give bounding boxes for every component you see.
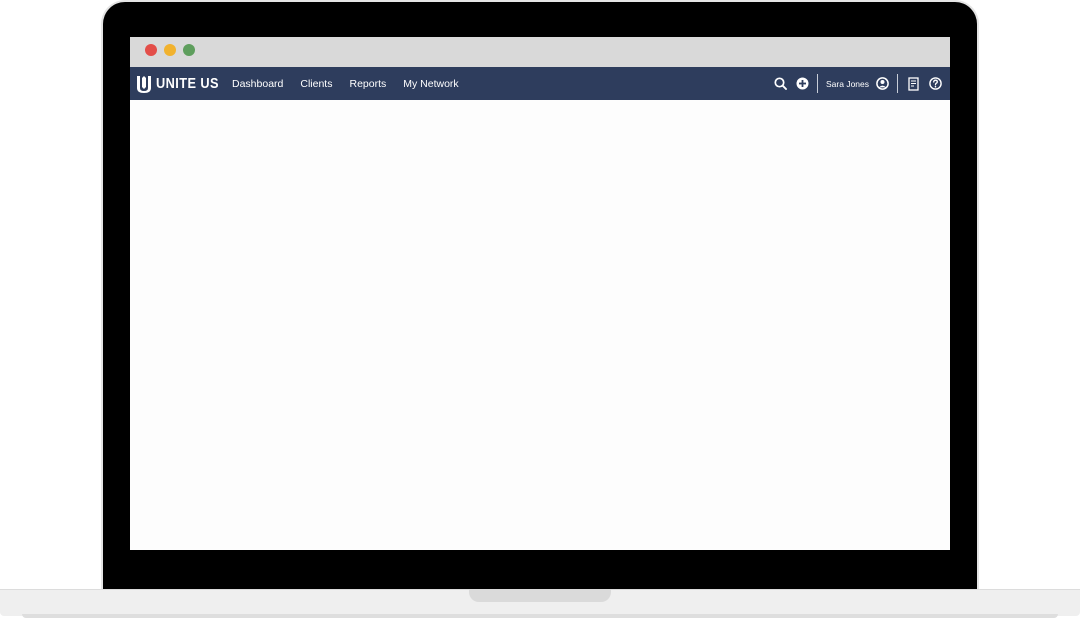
- main-content: [130, 100, 950, 550]
- primary-nav: Dashboard Clients Reports My Network: [232, 67, 476, 100]
- unite-us-logo-icon: [137, 75, 151, 93]
- add-circle-icon[interactable]: [795, 77, 809, 91]
- user-name[interactable]: Sara Jones: [826, 79, 869, 89]
- nav-divider: [817, 74, 818, 93]
- document-icon[interactable]: [906, 76, 920, 91]
- nav-divider: [897, 74, 898, 93]
- nav-actions: Sara Jones: [773, 67, 942, 100]
- help-circle-icon[interactable]: [928, 77, 942, 91]
- window-titlebar: [130, 37, 950, 67]
- nav-item-reports[interactable]: Reports: [349, 78, 386, 90]
- window-minimize-button[interactable]: [164, 44, 176, 56]
- browser-window: UNITE US Dashboard Clients Reports My Ne…: [130, 37, 950, 550]
- laptop-notch: [469, 589, 611, 602]
- nav-item-dashboard[interactable]: Dashboard: [232, 78, 283, 90]
- laptop-base-shadow: [22, 614, 1058, 618]
- window-maximize-button[interactable]: [183, 44, 195, 56]
- search-icon[interactable]: [773, 77, 787, 91]
- brand-logo[interactable]: UNITE US: [136, 73, 230, 94]
- nav-item-my-network[interactable]: My Network: [403, 78, 458, 90]
- nav-item-clients[interactable]: Clients: [300, 78, 332, 90]
- app-navbar: UNITE US Dashboard Clients Reports My Ne…: [130, 67, 950, 100]
- user-circle-icon[interactable]: [875, 77, 889, 91]
- window-close-button[interactable]: [145, 44, 157, 56]
- brand-name: UNITE US: [156, 74, 219, 92]
